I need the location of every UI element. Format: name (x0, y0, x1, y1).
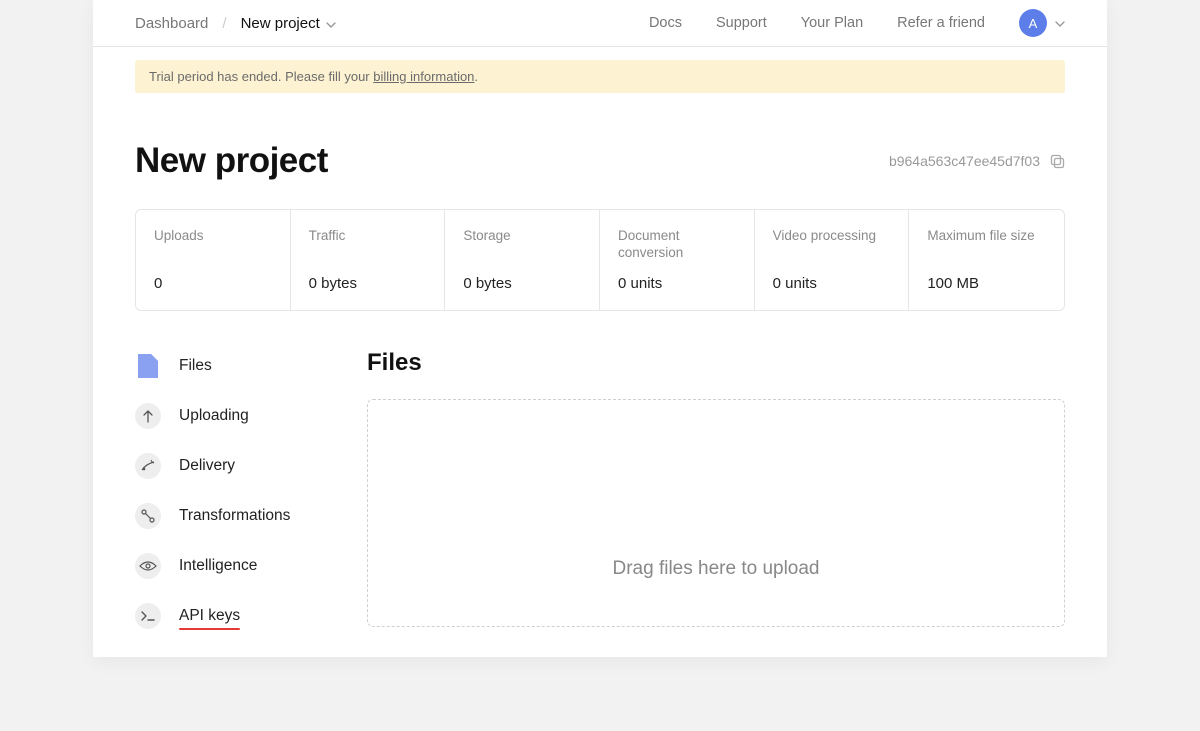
breadcrumb-project-selector[interactable]: New project (241, 15, 336, 32)
transformations-icon (135, 503, 161, 529)
stat-value: 0 units (618, 275, 738, 292)
stat-video-processing: Video processing 0 units (755, 210, 910, 310)
stat-label: Traffic (309, 228, 429, 262)
stat-uploads: Uploads 0 (136, 210, 291, 310)
stats-grid: Uploads 0 Traffic 0 bytes Storage 0 byte… (135, 209, 1065, 311)
main-panel: Files Drag files here to upload (367, 349, 1065, 629)
project-id-value: b964a563c47ee45d7f03 (889, 153, 1040, 169)
title-row: New project b964a563c47ee45d7f03 (135, 141, 1065, 181)
breadcrumb: Dashboard / New project (135, 15, 336, 32)
sidebar-item-label: Transformations (179, 507, 290, 525)
stat-label: Uploads (154, 228, 274, 262)
chevron-down-icon (326, 15, 336, 32)
nav-refer-a-friend[interactable]: Refer a friend (897, 15, 985, 31)
stat-value: 100 MB (927, 275, 1048, 292)
stat-traffic: Traffic 0 bytes (291, 210, 446, 310)
section-title: Files (367, 349, 1065, 377)
top-bar: Dashboard / New project Docs Support You… (93, 0, 1107, 47)
breadcrumb-project-label: New project (241, 15, 320, 32)
nav-your-plan[interactable]: Your Plan (801, 15, 863, 31)
upload-icon (135, 403, 161, 429)
sidebar-item-intelligence[interactable]: Intelligence (135, 553, 335, 579)
dropzone-text: Drag files here to upload (612, 558, 819, 580)
delivery-icon (135, 453, 161, 479)
app-window: Dashboard / New project Docs Support You… (93, 0, 1107, 657)
nav-links: Docs Support Your Plan Refer a friend A (649, 9, 1065, 37)
sidebar-item-delivery[interactable]: Delivery (135, 453, 335, 479)
stat-max-file-size: Maximum file size 100 MB (909, 210, 1064, 310)
chevron-down-icon (1055, 16, 1065, 30)
nav-docs[interactable]: Docs (649, 15, 682, 31)
sidebar-item-label: Files (179, 357, 212, 375)
eye-icon (135, 553, 161, 579)
sidebar: Files Uploading Delivery (135, 349, 335, 629)
stat-label: Document conversion (618, 228, 738, 262)
stat-label: Storage (463, 228, 583, 262)
copy-icon[interactable] (1050, 154, 1065, 169)
sidebar-item-label: Delivery (179, 457, 235, 475)
sidebar-item-uploading[interactable]: Uploading (135, 403, 335, 429)
nav-support[interactable]: Support (716, 15, 767, 31)
sidebar-item-files[interactable]: Files (135, 353, 335, 379)
stat-label: Video processing (773, 228, 893, 262)
notice-prefix: Trial period has ended. Please fill your (149, 69, 373, 84)
stat-value: 0 (154, 275, 274, 292)
sidebar-item-transformations[interactable]: Transformations (135, 503, 335, 529)
sidebar-item-label: Intelligence (179, 557, 257, 575)
terminal-icon (135, 603, 161, 629)
sidebar-item-label: API keys (179, 607, 240, 625)
breadcrumb-dashboard[interactable]: Dashboard (135, 15, 208, 32)
page-title: New project (135, 141, 328, 181)
sidebar-item-api-keys[interactable]: API keys (135, 603, 335, 629)
stat-document-conversion: Document conversion 0 units (600, 210, 755, 310)
stat-label: Maximum file size (927, 228, 1048, 262)
trial-ended-notice: Trial period has ended. Please fill your… (135, 60, 1065, 93)
file-icon (135, 353, 161, 379)
sidebar-item-label: Uploading (179, 407, 249, 425)
breadcrumb-separator: / (222, 15, 226, 32)
file-dropzone[interactable]: Drag files here to upload (367, 399, 1065, 627)
user-menu[interactable]: A (1019, 9, 1065, 37)
stat-value: 0 units (773, 275, 893, 292)
notice-suffix: . (474, 69, 478, 84)
stat-storage: Storage 0 bytes (445, 210, 600, 310)
stat-value: 0 bytes (309, 275, 429, 292)
stat-value: 0 bytes (463, 275, 583, 292)
lower-layout: Files Uploading Delivery (135, 349, 1065, 629)
project-id: b964a563c47ee45d7f03 (889, 153, 1065, 169)
avatar: A (1019, 9, 1047, 37)
billing-information-link[interactable]: billing information (373, 69, 474, 84)
